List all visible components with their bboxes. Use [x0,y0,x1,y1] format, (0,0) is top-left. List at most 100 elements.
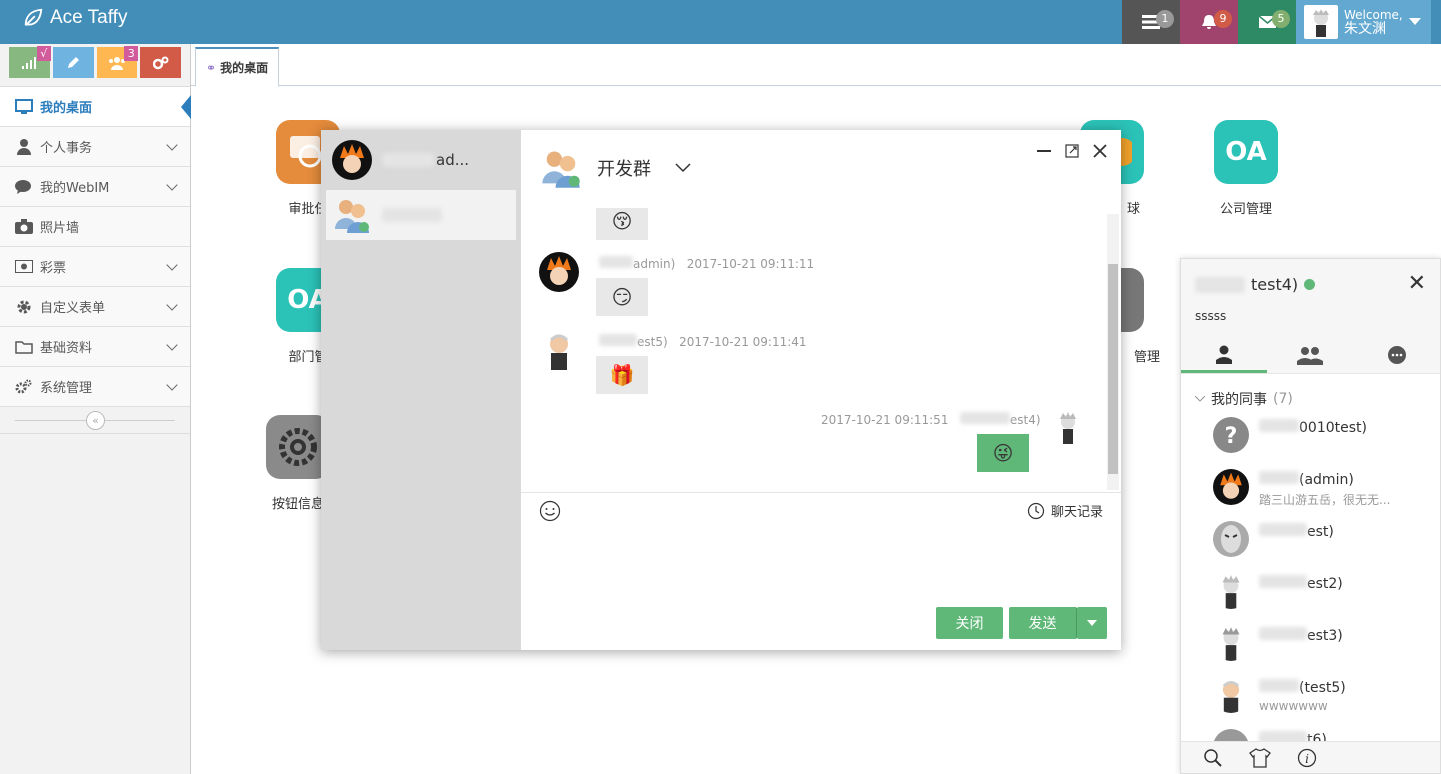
user-name: 朱文渊 [1344,21,1386,37]
cogs-icon [15,378,33,396]
sidebar-item-system[interactable]: 系统管理 [0,367,190,407]
friend-item[interactable]: est) [1213,517,1433,561]
sidebar-item-personal[interactable]: 个人事务 [0,127,190,167]
friend-avatar: ? [1213,417,1249,453]
friend-name: 0010test) [1299,420,1367,436]
im-panel: test4) ✕ sssss 我的同事 (7) ? 0010test) (adm… [1180,258,1441,774]
sidebar-item-webim[interactable]: 我的WebIM [0,167,190,207]
friend-name: (test5) [1299,680,1346,696]
emoji-icon[interactable] [539,500,561,522]
tab-friends[interactable] [1181,337,1268,373]
friend-item[interactable]: (admin) 踏三山游五岳，很无无... [1213,465,1433,509]
messages-badge: 5 [1272,10,1290,28]
user-menu[interactable]: Welcome, 朱文渊 [1296,0,1431,44]
friend-signature: wwwwwww [1259,699,1328,713]
message-meta: admin) 2017-10-21 09:11:11 [599,256,814,271]
caret-down-icon [1409,18,1421,25]
search-icon[interactable] [1203,748,1223,768]
sidebar-item-label: 彩票 [40,261,67,276]
stats-shortcut-button[interactable]: √ [9,46,51,78]
tasks-button[interactable]: 1 [1122,0,1180,44]
pencil-icon [68,56,80,68]
close-button[interactable]: 关闭 [936,607,1003,639]
friend-signature: 踏三山游五岳，很无无... [1259,493,1391,507]
message-scrollbar[interactable] [1107,214,1119,490]
app-company[interactable]: OA 公司管理 [1201,120,1291,217]
caret-down-icon [1087,620,1097,626]
maximize-icon[interactable] [1065,144,1079,158]
camera-icon [15,218,33,236]
sidebar-item-base-data[interactable]: 基础资料 [0,327,190,367]
im-user-name: test4) [1251,275,1299,294]
collapse-sidebar-button[interactable]: « [86,411,105,430]
skin-icon[interactable] [1249,747,1271,768]
chat-list-item-selected[interactable] [326,190,516,240]
friend-group[interactable]: 我的同事 (7) [1195,389,1293,409]
notifications-button[interactable]: 9 [1180,0,1238,44]
cogs-icon [152,56,169,69]
message-sender: admin) [633,257,676,271]
chat-history-button[interactable]: 聊天记录 [1027,501,1103,520]
friend-avatar [1213,677,1249,713]
sidebar-item-label: 系统管理 [40,381,93,396]
message-bubble: 🎁 [596,356,648,394]
info-icon[interactable]: i [1297,748,1317,768]
team-badge: 3 [124,46,139,61]
close-icon[interactable]: ✕ [1408,271,1426,296]
friend-item[interactable]: t6) [1213,725,1433,741]
online-status-icon[interactable] [1304,279,1316,290]
group-name: 我的同事 [1211,392,1267,408]
tab-groups[interactable] [1267,337,1353,373]
pencil-shortcut-button[interactable] [52,47,94,78]
im-panel-header: test4) ✕ sssss [1181,259,1440,374]
user-icon [1216,345,1233,364]
window-controls [1037,144,1107,158]
message-meta-self: 2017-10-21 09:11:51 est4) [821,412,1041,427]
sidebar-item-lottery[interactable]: 彩票 [0,247,190,287]
tab-bar: ⚭ 我的桌面 [191,44,1441,87]
tab-label: 我的桌面 [220,61,269,75]
message-time: 2017-10-21 09:11:41 [679,335,807,349]
sidebar-item-custom-form[interactable]: 自定义表单 [0,287,190,327]
send-button[interactable]: 发送 [1009,607,1077,639]
tab-recent[interactable] [1354,337,1440,373]
app-label: 公司管理 [1219,202,1272,217]
friend-avatar [1213,573,1249,609]
minimize-icon[interactable] [1037,144,1051,158]
group-avatar [542,151,580,188]
contact-avatar [332,140,372,180]
friend-item[interactable]: est3) [1213,621,1433,665]
message-bubble-self: 😜 [977,434,1029,472]
brand-name: Ace Taffy [50,7,128,28]
sidebar-item-label: 基础资料 [40,341,93,356]
close-icon[interactable] [1093,144,1107,158]
friend-item[interactable]: est2) [1213,569,1433,613]
brand[interactable]: Ace Taffy [22,7,127,29]
im-signature[interactable]: sssss [1195,309,1226,323]
group-count: (7) [1273,391,1293,407]
chevron-down-icon [166,379,178,391]
im-tabs [1181,337,1440,373]
chat-toolbar: 聊天记录 [521,492,1121,528]
tasks-badge: 1 [1156,10,1174,28]
group-icon [108,56,125,70]
friend-item[interactable]: (test5) wwwwwww [1213,673,1433,717]
team-shortcut-button[interactable]: 3 [96,46,139,78]
messages-button[interactable]: 5 [1238,0,1296,44]
chevron-down-icon [166,179,178,191]
chevron-down-icon[interactable] [675,163,691,173]
chat-list-item[interactable]: ad... [326,135,516,185]
sidebar-item-desktop[interactable]: 我的桌面 [0,87,191,127]
sidebar-item-photowall[interactable]: 照片墙 [0,207,190,247]
chevron-down-icon [166,339,178,351]
tab-icon: ⚭ [206,60,217,75]
sidebar-collapse: « [0,407,190,434]
tab-desktop[interactable]: ⚭ 我的桌面 [195,47,280,87]
settings-shortcut-button[interactable] [140,47,181,78]
self-avatar [1053,410,1083,444]
friend-item[interactable]: ? 0010test) [1213,413,1433,457]
group-icon [1297,347,1324,365]
message-input[interactable] [531,534,1111,604]
gear-icon [15,298,33,316]
send-options-button[interactable] [1077,607,1107,639]
